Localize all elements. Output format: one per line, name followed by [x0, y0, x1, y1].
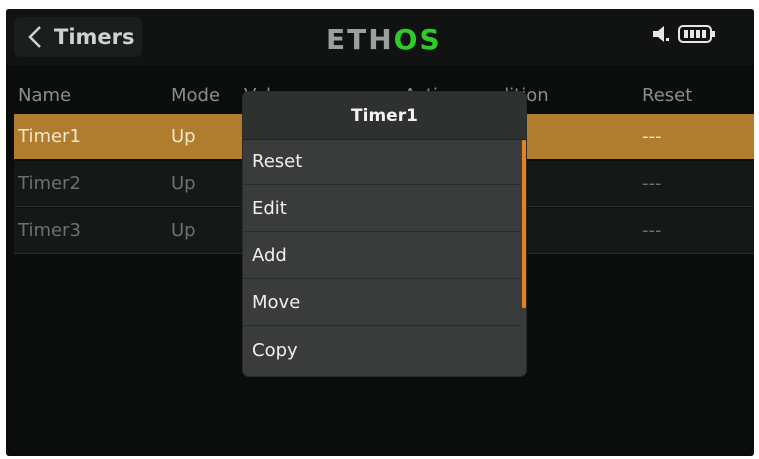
menu-item-move[interactable]: Move — [243, 280, 521, 326]
timer-name: Timer2 — [18, 173, 81, 194]
menu-item-reset[interactable]: Reset — [243, 139, 521, 185]
header-bar: Timers ETHOS — [6, 9, 754, 65]
column-header-reset: Reset — [642, 85, 693, 106]
timer-mode: Up — [171, 126, 196, 147]
menu-item-copy[interactable]: Copy — [243, 327, 521, 373]
column-header-name: Name — [18, 85, 72, 106]
timer-reset: --- — [642, 173, 662, 194]
logo-text-eth: ETH — [326, 23, 394, 56]
status-icons — [651, 23, 717, 45]
menu-title: Timer1 — [243, 92, 526, 140]
menu-item-add[interactable]: Add — [243, 233, 521, 279]
timer-name: Timer1 — [18, 126, 81, 147]
menu-scrollbar[interactable] — [522, 140, 526, 308]
back-chevron-icon — [28, 26, 41, 48]
page-title: Timers — [54, 25, 135, 49]
timer-reset: --- — [642, 126, 662, 147]
speaker-icon — [653, 26, 669, 42]
logo-text-os: OS — [393, 23, 442, 56]
timer-name: Timer3 — [18, 220, 81, 241]
column-header-mode: Mode — [171, 85, 221, 106]
ethos-logo: ETHOS — [326, 23, 442, 56]
battery-icon — [678, 25, 715, 43]
timer-context-menu: Timer1 Reset Edit Add Move Copy — [243, 92, 526, 376]
timer-reset: --- — [642, 220, 662, 241]
timer-mode: Up — [171, 220, 196, 241]
menu-item-edit[interactable]: Edit — [243, 186, 521, 232]
back-button[interactable]: Timers — [14, 17, 142, 57]
timer-mode: Up — [171, 173, 196, 194]
